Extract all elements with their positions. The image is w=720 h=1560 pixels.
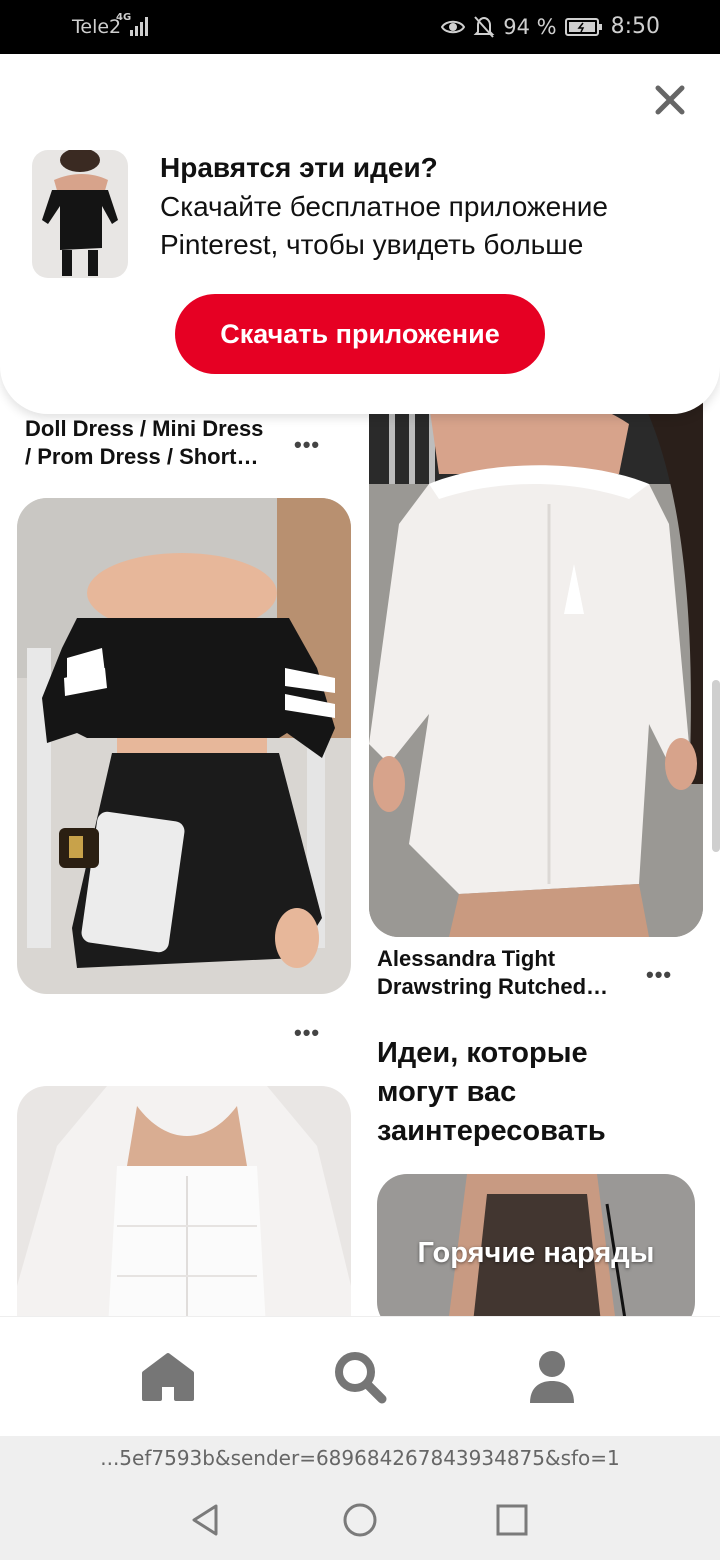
download-app-button[interactable]: Скачать приложение: [175, 294, 545, 374]
battery-icon: [564, 17, 602, 36]
download-app-popup: Нравятся эти идеи? Скачайте бесплатное п…: [0, 54, 720, 414]
pin-more-button[interactable]: •••: [294, 1020, 320, 1046]
status-bar: Tele2 4G 94 % 8:50: [0, 0, 720, 54]
ideas-title-line: Идеи, которые: [377, 1037, 588, 1069]
pin-more-button[interactable]: •••: [294, 432, 320, 458]
status-right: 94 % 8:50: [441, 14, 660, 39]
home-circle-icon[interactable]: [338, 1498, 382, 1542]
bell-off-icon: [473, 15, 495, 38]
idea-card-hot-outfits[interactable]: Горячие наряды: [377, 1174, 695, 1316]
url-bar[interactable]: ...5ef7593b&sender=689684267843934875&sf…: [0, 1436, 720, 1480]
pin-title-line: Drawstring Rutched…: [377, 974, 609, 999]
signal-icon: [130, 17, 148, 36]
pin-more-button[interactable]: •••: [646, 962, 672, 988]
popup-text-line: Pinterest, чтобы увидеть больше: [160, 229, 584, 260]
eye-icon: [441, 20, 466, 33]
pin-photo: [17, 498, 351, 994]
recents-icon[interactable]: [490, 1498, 534, 1542]
url-text: ...5ef7593b&sender=689684267843934875&sf…: [100, 1446, 620, 1470]
clock: 8:50: [610, 14, 660, 39]
popup-thumbnail: [32, 150, 128, 278]
pin-image-black-outfit[interactable]: [17, 498, 351, 994]
profile-icon[interactable]: [520, 1345, 584, 1409]
scrollbar[interactable]: [712, 680, 720, 852]
pin-title-line: / Prom Dress / Short…: [25, 444, 259, 469]
ideas-title-line: могут вас: [377, 1076, 517, 1108]
pin-title-alessandra[interactable]: Alessandra Tight Drawstring Rutched…: [377, 945, 637, 1001]
popup-text-line: Скачайте бесплатное приложение: [160, 191, 608, 222]
battery-percent: 94 %: [503, 14, 557, 39]
popup-thumbnail-photo: [32, 150, 128, 278]
pin-photo: [17, 1086, 351, 1316]
ideas-section-title: Идеи, которые могут вас заинтересовать: [377, 1034, 697, 1151]
search-icon[interactable]: [328, 1345, 392, 1409]
popup-heading: Нравятся эти идеи?: [160, 152, 438, 183]
pin-title-line: Doll Dress / Mini Dress: [25, 416, 264, 441]
back-icon[interactable]: [184, 1498, 228, 1542]
carrier-label: Tele2: [72, 16, 122, 38]
pin-image-white-dress[interactable]: [369, 364, 703, 937]
ideas-title-line: заинтересовать: [377, 1115, 606, 1147]
bottom-nav: [0, 1316, 720, 1437]
pin-title-line: Alessandra Tight: [377, 946, 556, 971]
pin-title-doll-dress[interactable]: Doll Dress / Mini Dress / Prom Dress / S…: [25, 415, 285, 471]
idea-card-label: Горячие наряды: [417, 1236, 655, 1269]
pin-image-white-top[interactable]: [17, 1086, 351, 1316]
home-icon[interactable]: [136, 1345, 200, 1409]
pin-photo: [369, 364, 703, 937]
system-nav-bar: [0, 1480, 720, 1560]
close-icon[interactable]: [650, 80, 690, 120]
